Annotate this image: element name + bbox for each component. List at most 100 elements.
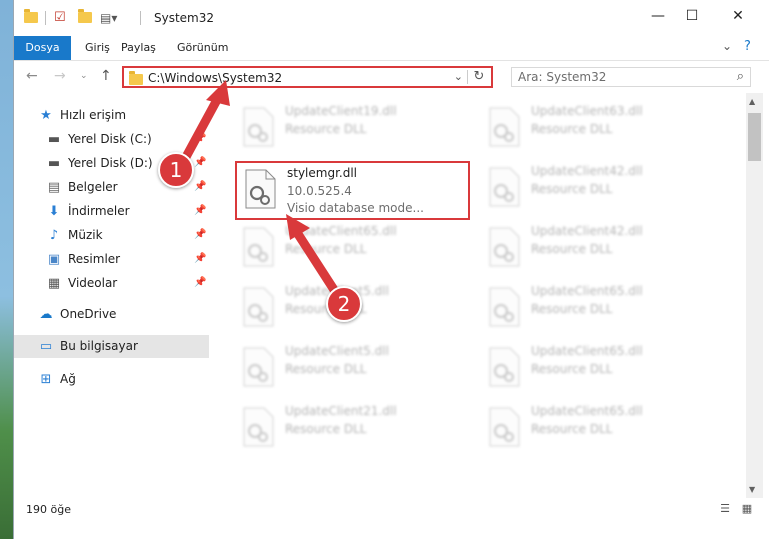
file-item[interactable]: UpdateClient65.dll Resource DLL <box>481 281 713 333</box>
title-bar: ☑ ▤▾ System32 — ☐ ✕ <box>14 0 769 36</box>
file-name: UpdateClient63.dll <box>531 104 643 118</box>
sidebar-item-label: Yerel Disk (D:) <box>68 156 153 170</box>
new-folder-icon[interactable] <box>78 9 94 26</box>
dll-file-icon <box>243 407 274 447</box>
file-item-stylemgr[interactable]: stylemgr.dll 10.0.525.4 Visio database m… <box>235 161 470 220</box>
dll-file-icon <box>489 347 520 387</box>
address-bar[interactable]: C:\Windows\System32 ⌄ ↻ <box>122 66 493 88</box>
pin-icon[interactable]: 📌 <box>194 229 206 240</box>
file-item[interactable]: UpdateClient42.dll Resource DLL <box>481 161 713 213</box>
recent-locations-icon[interactable]: ⌄ <box>80 71 88 81</box>
address-path: C:\Windows\System32 <box>148 71 283 85</box>
sidebar-item-this-pc[interactable]: ▭ Bu bilgisayar <box>14 335 209 358</box>
file-name: UpdateClient65.dll <box>531 284 643 298</box>
maximize-icon[interactable]: ☐ <box>680 6 704 26</box>
file-item[interactable]: UpdateClient63.dll Resource DLL <box>481 101 713 153</box>
file-item[interactable]: UpdateClient42.dll Resource DLL <box>481 221 713 273</box>
scroll-up-icon[interactable]: ▲ <box>749 97 755 106</box>
sidebar-item-videos[interactable]: ▦ Videolar 📌 <box>14 272 209 295</box>
file-name: UpdateClient5.dll <box>285 344 389 358</box>
file-type: Resource DLL <box>531 422 613 436</box>
file-name: UpdateClient65.dll <box>531 344 643 358</box>
sidebar-item-network[interactable]: ⊞ Ağ <box>14 368 209 391</box>
file-item[interactable]: UpdateClient65.dll Resource DLL <box>235 221 467 273</box>
toolbar-separator <box>140 11 141 25</box>
help-icon[interactable]: ? <box>744 39 751 54</box>
tab-share[interactable]: Paylaş <box>121 36 156 60</box>
properties-icon[interactable]: ☑ <box>54 10 70 26</box>
file-name: UpdateClient42.dll <box>531 224 643 238</box>
file-name: UpdateClient19.dll <box>285 104 397 118</box>
star-icon: ★ <box>40 108 52 123</box>
pin-icon[interactable]: 📌 <box>194 133 206 144</box>
sidebar-item-label: Yerel Disk (C:) <box>68 132 152 146</box>
scrollbar-thumb[interactable] <box>748 113 761 161</box>
dll-file-icon <box>243 107 274 147</box>
pin-icon[interactable]: 📌 <box>194 205 206 216</box>
sidebar-item-label: Bu bilgisayar <box>60 339 138 353</box>
cloud-icon: ☁ <box>39 307 53 322</box>
file-type: Resource DLL <box>531 362 613 376</box>
tab-view[interactable]: Görünüm <box>177 36 228 60</box>
pictures-icon: ▣ <box>47 252 61 267</box>
file-name: stylemgr.dll <box>287 166 358 180</box>
file-type: Resource DLL <box>531 302 613 316</box>
close-icon[interactable]: ✕ <box>726 6 750 26</box>
sidebar-item-onedrive[interactable]: ☁ OneDrive <box>14 303 209 326</box>
pin-icon[interactable]: 📌 <box>194 157 206 168</box>
dll-file-icon <box>489 407 520 447</box>
file-name: UpdateClient21.dll <box>285 404 397 418</box>
scroll-down-icon[interactable]: ▼ <box>749 485 755 494</box>
dll-file-icon <box>245 169 276 209</box>
sidebar-item-disk-c[interactable]: ▬ Yerel Disk (C:) 📌 <box>14 128 209 151</box>
item-count: 190 öğe <box>26 503 71 516</box>
search-input[interactable]: Ara: System32 ⌕ <box>511 67 751 87</box>
sidebar-item-label: Videolar <box>68 276 118 290</box>
file-item[interactable]: UpdateClient5.dll Resource DLL <box>235 341 467 393</box>
tab-file[interactable]: Dosya <box>14 36 71 60</box>
sidebar-item-music[interactable]: ♪ Müzik 📌 <box>14 224 209 247</box>
file-type: Resource DLL <box>531 182 613 196</box>
sidebar-item-label: Resimler <box>68 252 121 266</box>
annotation-badge-1: 1 <box>158 152 194 188</box>
drive-icon: ▬ <box>47 132 61 147</box>
sidebar-item-label: İndirmeler <box>68 204 130 218</box>
file-type: Resource DLL <box>285 362 367 376</box>
file-name: UpdateClient65.dll <box>531 404 643 418</box>
back-icon[interactable]: ← <box>26 68 38 84</box>
sidebar-item-downloads[interactable]: ⬇ İndirmeler 📌 <box>14 200 209 223</box>
sidebar-item-quick-access[interactable]: ★ Hızlı erişim <box>14 104 209 127</box>
file-type: Resource DLL <box>285 242 367 256</box>
file-item[interactable]: UpdateClient65.dll Resource DLL <box>481 401 713 453</box>
folder-icon <box>129 71 143 85</box>
file-item[interactable]: UpdateClient65.dll Resource DLL <box>481 341 713 393</box>
chevron-down-icon[interactable]: ⌄ <box>722 39 732 53</box>
dll-file-icon <box>243 347 274 387</box>
pin-icon[interactable]: 📌 <box>194 253 206 264</box>
up-icon[interactable]: ↑ <box>100 68 112 84</box>
pin-icon[interactable]: 📌 <box>194 181 206 192</box>
dll-file-icon <box>243 287 274 327</box>
file-list: UpdateClient19.dll Resource DLL stylemgr… <box>211 93 746 498</box>
tiles-view-icon[interactable]: ▦ <box>740 503 754 515</box>
window-title: System32 <box>154 11 215 25</box>
sidebar-item-label: Belgeler <box>68 180 118 194</box>
chevron-down-icon[interactable]: ⌄ <box>454 70 463 83</box>
pin-icon[interactable]: 📌 <box>194 277 206 288</box>
customize-toolbar-icon[interactable]: ▤▾ <box>100 10 117 26</box>
vertical-scrollbar[interactable]: ▲ ▼ <box>746 93 763 498</box>
tab-home[interactable]: Giriş <box>85 36 110 60</box>
file-name: UpdateClient42.dll <box>531 164 643 178</box>
dll-file-icon <box>489 227 520 267</box>
forward-icon[interactable]: → <box>54 68 66 84</box>
details-view-icon[interactable]: ☰ <box>718 503 732 515</box>
file-item[interactable]: UpdateClient19.dll Resource DLL <box>235 101 467 153</box>
search-icon[interactable]: ⌕ <box>737 69 744 84</box>
file-item[interactable]: UpdateClient21.dll Resource DLL <box>235 401 467 453</box>
minimize-icon[interactable]: — <box>646 6 670 26</box>
file-description: Visio database mode... <box>287 201 424 215</box>
sidebar-item-pictures[interactable]: ▣ Resimler 📌 <box>14 248 209 271</box>
dll-file-icon <box>489 167 520 207</box>
computer-icon: ▭ <box>39 339 53 354</box>
refresh-icon[interactable]: ↻ <box>471 69 487 85</box>
